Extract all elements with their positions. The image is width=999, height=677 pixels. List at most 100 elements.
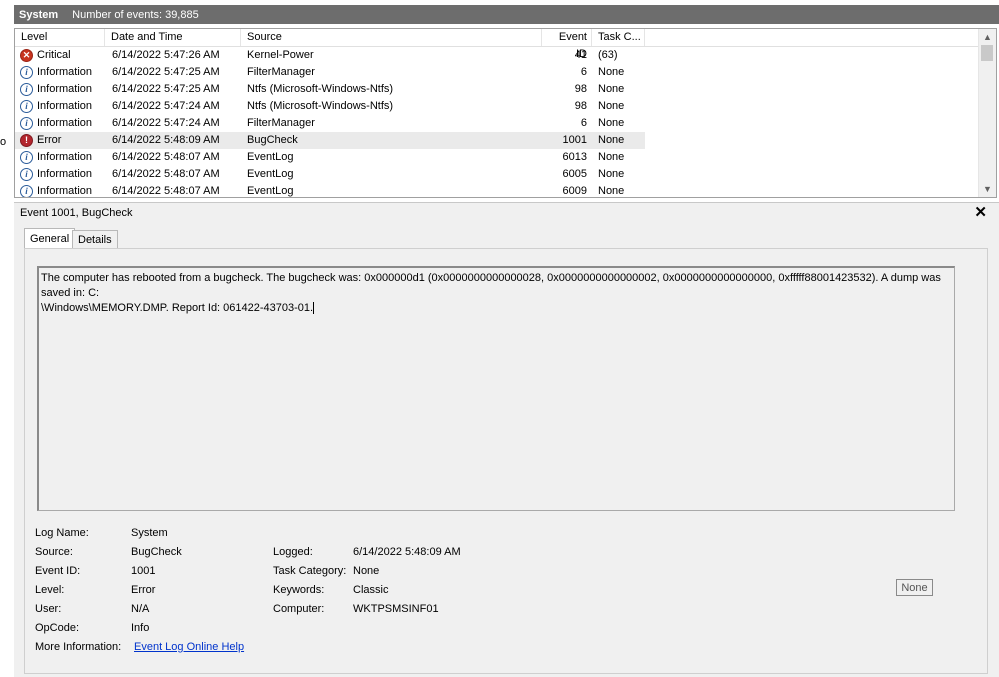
table-row[interactable]: i Information 6/14/2022 5:48:07 AM EventLog… [15, 166, 645, 183]
critical-icon: ✕ [20, 49, 33, 62]
event-description[interactable]: The computer has rebooted from a bugchec… [37, 266, 955, 511]
cell-task-category: (63) [598, 49, 618, 61]
table-row[interactable]: ! Error 6/14/2022 5:48:09 AM BugCheck 1001 No… [15, 132, 645, 149]
text-caret [313, 302, 315, 315]
column-header-date-time[interactable]: Date and Time [105, 29, 241, 46]
cell-task-category: None [598, 151, 625, 163]
label-more-information: More Information: [35, 641, 122, 653]
label-log-name: Log Name: [35, 527, 89, 539]
cell-date-time: 6/14/2022 5:47:24 AM [112, 117, 220, 129]
close-icon[interactable]: ✕ [974, 203, 987, 221]
cell-event-id: 41 [574, 49, 587, 61]
cell-event-id: 6005 [562, 168, 587, 180]
cell-task-category: None [598, 168, 625, 180]
cell-date-time: 6/14/2022 5:47:26 AM [112, 49, 220, 61]
table-row[interactable]: i Information 6/14/2022 5:48:07 AM EventLog… [15, 183, 645, 197]
label-user: User: [35, 603, 62, 615]
description-line-1: The computer has rebooted from a bugchec… [41, 272, 941, 299]
cell-task-category: None [598, 100, 625, 112]
information-icon: i [20, 151, 33, 164]
value-log-name: System [131, 527, 168, 539]
cell-level: Information [37, 83, 93, 95]
cell-task-category: None [598, 117, 625, 129]
description-line-2: \Windows\MEMORY.DMP. Report Id: 061422-4… [41, 302, 315, 315]
cell-level: Information [37, 151, 93, 163]
cell-event-id: 1001 [562, 134, 587, 146]
information-icon: i [20, 117, 33, 130]
cell-task-category: None [598, 83, 625, 95]
label-opcode: OpCode: [35, 622, 80, 634]
label-source: Source: [35, 546, 73, 558]
cell-date-time: 6/14/2022 5:48:07 AM [112, 168, 220, 180]
event-count: Number of events: 39,885 [72, 8, 199, 21]
information-icon: i [20, 66, 33, 79]
value-opcode: Info [131, 622, 150, 634]
column-header-task-category[interactable]: Task C... [592, 29, 645, 46]
event-list[interactable]: Level Date and Time Source Event ID Task… [14, 28, 997, 198]
column-header-source[interactable]: Source [241, 29, 542, 46]
cell-source: EventLog [247, 185, 294, 197]
cell-task-category: None [598, 66, 625, 78]
cell-level: Information [37, 117, 93, 129]
label-level: Level: [35, 584, 65, 596]
cell-source: Ntfs (Microsoft-Windows-Ntfs) [247, 83, 394, 95]
log-name: System [19, 8, 59, 21]
cell-event-id: 6009 [562, 185, 587, 197]
value-task-category: None [353, 565, 380, 577]
cell-level: Information [37, 100, 93, 112]
table-row[interactable]: i Information 6/14/2022 5:47:24 AM Ntfs (Mi… [15, 98, 645, 115]
scroll-down-icon[interactable]: ▼ [979, 181, 996, 197]
cell-level: Information [37, 66, 93, 78]
cell-task-category: None [598, 185, 625, 197]
event-log-online-help-link[interactable]: Event Log Online Help [134, 641, 244, 653]
cell-source: FilterManager [247, 117, 315, 129]
cell-event-id: 98 [574, 83, 587, 95]
cell-level: Information [37, 185, 93, 197]
event-rows: ✕ Critical 6/14/2022 5:47:26 AM Kernel-Powe… [15, 47, 978, 197]
cell-source: BugCheck [247, 134, 298, 146]
table-row[interactable]: i Information 6/14/2022 5:47:24 AM FilterMa… [15, 115, 645, 132]
value-keywords: Classic [353, 584, 389, 596]
value-source: BugCheck [131, 546, 182, 558]
general-tab-panel: The computer has rebooted from a bugchec… [24, 248, 988, 674]
cell-date-time: 6/14/2022 5:47:25 AM [112, 83, 220, 95]
value-computer: WKTPSMSINF01 [353, 603, 439, 615]
cell-source: Ntfs (Microsoft-Windows-Ntfs) [247, 100, 394, 112]
table-row[interactable]: i Information 6/14/2022 5:47:25 AM Ntfs (Mi… [15, 81, 645, 98]
tab-general[interactable]: General [24, 228, 76, 249]
cell-task-category: None [598, 134, 625, 146]
column-header-level[interactable]: Level [15, 29, 105, 46]
cell-level: Error [37, 134, 62, 146]
table-row[interactable]: i Information 6/14/2022 5:48:07 AM EventLog… [15, 149, 645, 166]
cell-date-time: 6/14/2022 5:47:24 AM [112, 100, 220, 112]
value-event-id: 1001 [131, 565, 156, 577]
clipped-text: o [0, 136, 7, 148]
cell-date-time: 6/14/2022 5:47:25 AM [112, 66, 220, 78]
cell-source: FilterManager [247, 66, 315, 78]
cell-event-id: 6 [580, 117, 587, 129]
cell-level: Critical [37, 49, 71, 61]
cell-date-time: 6/14/2022 5:48:07 AM [112, 151, 220, 163]
column-header-event-id[interactable]: Event ID [542, 29, 592, 60]
cell-source: EventLog [247, 151, 294, 163]
table-row[interactable]: ✕ Critical 6/14/2022 5:47:26 AM Kernel-Powe… [15, 47, 645, 64]
cell-date-time: 6/14/2022 5:48:07 AM [112, 185, 220, 197]
event-list-scrollbar[interactable]: ▲ ▼ [978, 29, 996, 197]
scrollbar-thumb[interactable] [981, 45, 993, 61]
none-button[interactable]: None [896, 579, 933, 596]
label-logged: Logged: [273, 546, 313, 558]
tab-details[interactable]: Details [72, 230, 118, 249]
value-user: N/A [131, 603, 150, 615]
cell-event-id: 98 [574, 100, 587, 112]
cell-date-time: 6/14/2022 5:48:09 AM [112, 134, 220, 146]
information-icon: i [20, 185, 33, 197]
event-list-header: Level Date and Time Source Event ID Task… [15, 29, 978, 60]
label-keywords: Keywords: [273, 584, 325, 596]
value-level: Error [131, 584, 156, 596]
label-computer: Computer: [273, 603, 325, 615]
cell-level: Information [37, 168, 93, 180]
table-row[interactable]: i Information 6/14/2022 5:47:25 AM FilterMa… [15, 64, 645, 81]
information-icon: i [20, 168, 33, 181]
scroll-up-icon[interactable]: ▲ [979, 29, 996, 45]
error-icon: ! [20, 134, 33, 147]
